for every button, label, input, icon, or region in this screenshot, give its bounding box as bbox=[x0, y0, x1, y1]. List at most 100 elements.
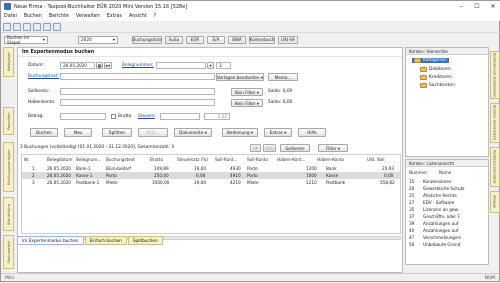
year-select[interactable]: 2020 ▾ bbox=[78, 35, 118, 44]
bwa-button[interactable]: BWA bbox=[228, 35, 246, 44]
list-col-nummer[interactable]: Nummer bbox=[409, 170, 439, 175]
menu-datei[interactable]: Datei bbox=[4, 14, 17, 19]
memo-button[interactable]: Memo... bbox=[268, 73, 298, 81]
hilfe-button[interactable]: Hilfe bbox=[298, 128, 326, 137]
list-item[interactable]: 27 EDV - Software bbox=[409, 199, 454, 206]
col-soll-kontonr[interactable]: Soll-Kont... bbox=[215, 155, 237, 164]
tab-expertenmodus[interactable]: Im Expertenmodus buchen bbox=[17, 236, 84, 245]
tree-item-kategorien[interactable]: Kategorien bbox=[412, 58, 449, 63]
col-steuersatz[interactable]: Steuersatz (%) bbox=[177, 155, 208, 164]
steuern-link[interactable]: Steuern bbox=[138, 114, 155, 119]
menu-berichte[interactable]: Berichte bbox=[49, 14, 69, 19]
close-icon[interactable]: ✕ bbox=[485, 1, 500, 12]
list-item[interactable]: 47 Verschmelzungsm bbox=[409, 234, 461, 241]
tree-item-sachkonten[interactable]: Sachkonten bbox=[420, 83, 455, 88]
tab-splitbuchen[interactable]: Splitbuchen bbox=[127, 236, 163, 245]
susa-button[interactable]: SuSa bbox=[165, 35, 183, 44]
buchungsliste-button[interactable]: Buchungsliste bbox=[132, 35, 162, 44]
soll-filter-button[interactable]: Kein Filter ▾ bbox=[231, 88, 263, 96]
col-brutto[interactable]: Brutto bbox=[150, 155, 163, 164]
extras-button[interactable]: Extras ▾ bbox=[264, 128, 292, 137]
list-col-name[interactable]: Name bbox=[439, 170, 451, 175]
sortieren-button[interactable]: Sortieren bbox=[280, 144, 310, 152]
tab-konten-listen[interactable]: Konten/Listen/Kat. bbox=[490, 147, 500, 187]
list-item[interactable]: 50 Unbebaute Grund bbox=[409, 241, 460, 248]
ea-button[interactable]: E/A bbox=[207, 35, 225, 44]
tab-favoriten[interactable]: Favoriten bbox=[3, 107, 14, 135]
menu-buchen[interactable]: Buchen bbox=[24, 14, 42, 19]
open-icon[interactable] bbox=[23, 23, 31, 31]
splitten-button[interactable]: Splitten bbox=[102, 128, 132, 137]
chevron-down-icon[interactable]: ▾ bbox=[207, 62, 214, 69]
tab-einfach-buchen[interactable]: Einfach buchen bbox=[84, 236, 127, 245]
ustva-button[interactable]: USt-VA bbox=[278, 35, 298, 44]
steuer-select[interactable] bbox=[160, 113, 200, 120]
mode-select[interactable]: Buchen im Stapel ▾ bbox=[4, 35, 48, 45]
menu-extras[interactable]: Extras bbox=[107, 14, 122, 19]
dokumente-button[interactable]: Dokumente ▾ bbox=[174, 128, 212, 137]
tab-dokumente[interactable]: Dokumente bbox=[3, 235, 14, 269]
col-haben-kontonr[interactable]: Haben-Kont... bbox=[277, 155, 306, 164]
table-row[interactable]: 1 26.05.2020 Bank-1 Büro-bedarf 149,89 1… bbox=[22, 165, 400, 172]
list-item[interactable]: 25 Ähnliche Rechte bbox=[409, 192, 457, 199]
buchungstext-field[interactable] bbox=[60, 73, 215, 80]
list-item[interactable]: 39 Anzahlungen auf bbox=[409, 220, 458, 227]
belegnummer-field[interactable]: 3 bbox=[216, 62, 231, 69]
maximize-icon[interactable]: ☐ bbox=[469, 1, 485, 12]
kontenbuch-button[interactable]: Kontenbuch bbox=[249, 35, 275, 44]
tree-item-debitoren[interactable]: Debitoren bbox=[420, 67, 451, 72]
datum-label: Datum: bbox=[28, 63, 44, 68]
minimize-icon[interactable]: – bbox=[453, 1, 469, 12]
neu-button[interactable]: Neu bbox=[64, 128, 92, 137]
opo-button[interactable]: OPO bbox=[263, 144, 276, 152]
date-step-button[interactable]: ▸▾ bbox=[104, 62, 112, 69]
brutto-checkbox[interactable] bbox=[111, 114, 116, 119]
list-item[interactable]: 35 Lizenzen an gew. bbox=[409, 206, 459, 213]
col-belegnummer[interactable]: Belegnum... bbox=[76, 155, 101, 164]
menu-help[interactable]: ? bbox=[154, 14, 157, 19]
aelg-button[interactable]: ÄLG... bbox=[138, 128, 168, 137]
op-button[interactable]: OP bbox=[250, 144, 261, 152]
belegnummer-prefix-field[interactable] bbox=[156, 62, 206, 69]
list-item[interactable]: 40 Anzahlungen auf bbox=[409, 227, 458, 234]
sollkonto-field[interactable] bbox=[60, 88, 215, 95]
tab-kontenbuch-bearbeiten[interactable]: Kontenbuch bearbeiten bbox=[490, 51, 500, 99]
betrag-field[interactable] bbox=[60, 113, 106, 120]
bedienung-button[interactable]: Bedienung ▾ bbox=[222, 128, 258, 137]
calendar-icon[interactable]: ▦ bbox=[96, 62, 103, 69]
col-nr[interactable]: Nr. bbox=[24, 155, 30, 164]
table-row[interactable]: 2 26.05.2020 Kasse-1 Porto 250,00 0,00 4… bbox=[22, 172, 400, 179]
cell-soll-kontonr: 4210 bbox=[230, 180, 241, 185]
datum-field[interactable]: 26.05.2020 bbox=[60, 62, 95, 69]
eur-button[interactable]: EÜR bbox=[186, 35, 204, 44]
tab-anlage[interactable]: Anlage bbox=[490, 191, 500, 213]
col-buchungstext[interactable]: Buchungstext bbox=[106, 155, 135, 164]
col-belegdatum[interactable]: Belegdatum bbox=[47, 155, 72, 164]
menu-verwalten[interactable]: Verwalten bbox=[76, 14, 100, 19]
tab-buchungsvorlagen[interactable]: Buchungsvorlagen bbox=[3, 142, 14, 192]
tab-konten-bearbeiten[interactable]: Konten bearbeiten bbox=[490, 103, 500, 143]
table-row[interactable]: 3 26.05.2020 Postbank-1 Miete 3500,00 19… bbox=[22, 179, 400, 186]
redo-icon[interactable] bbox=[13, 23, 21, 31]
filter-button[interactable]: Filter ▾ bbox=[318, 144, 348, 152]
col-soll-konto[interactable]: Soll-Konto bbox=[247, 155, 268, 164]
list-item[interactable]: 20 Gewerbliche Schutz bbox=[409, 185, 465, 192]
undo-icon[interactable] bbox=[3, 23, 11, 31]
print-icon[interactable] bbox=[43, 23, 51, 31]
col-ust-soll[interactable]: USt. Soll bbox=[367, 155, 385, 164]
save-icon[interactable] bbox=[33, 23, 41, 31]
haben-filter-button[interactable]: Kein Filter ▾ bbox=[231, 99, 263, 107]
tab-steuerbuero[interactable]: Steuerbüro bbox=[3, 197, 14, 231]
buchungstext-link[interactable]: Buchungstext: bbox=[28, 74, 59, 79]
belegnummer-link[interactable]: Belegnummer: bbox=[122, 63, 154, 68]
tab-belegliste[interactable]: Belegliste bbox=[3, 47, 14, 77]
vorlagen-button[interactable]: Vorlagen bearbeiten ▾ bbox=[216, 73, 264, 81]
col-haben-konto[interactable]: Haben-Konto bbox=[317, 155, 344, 164]
list-item[interactable]: 15 Konzessionen bbox=[409, 178, 452, 185]
list-item[interactable]: 37 Geschäfts- oder F. bbox=[409, 213, 461, 220]
preview-icon[interactable] bbox=[53, 23, 61, 31]
tree-item-kreditoren[interactable]: Kreditoren bbox=[420, 75, 452, 80]
menu-ansicht[interactable]: Ansicht bbox=[129, 14, 147, 19]
habenkonto-field[interactable] bbox=[60, 99, 215, 106]
buchen-button[interactable]: Buchen bbox=[30, 128, 58, 137]
